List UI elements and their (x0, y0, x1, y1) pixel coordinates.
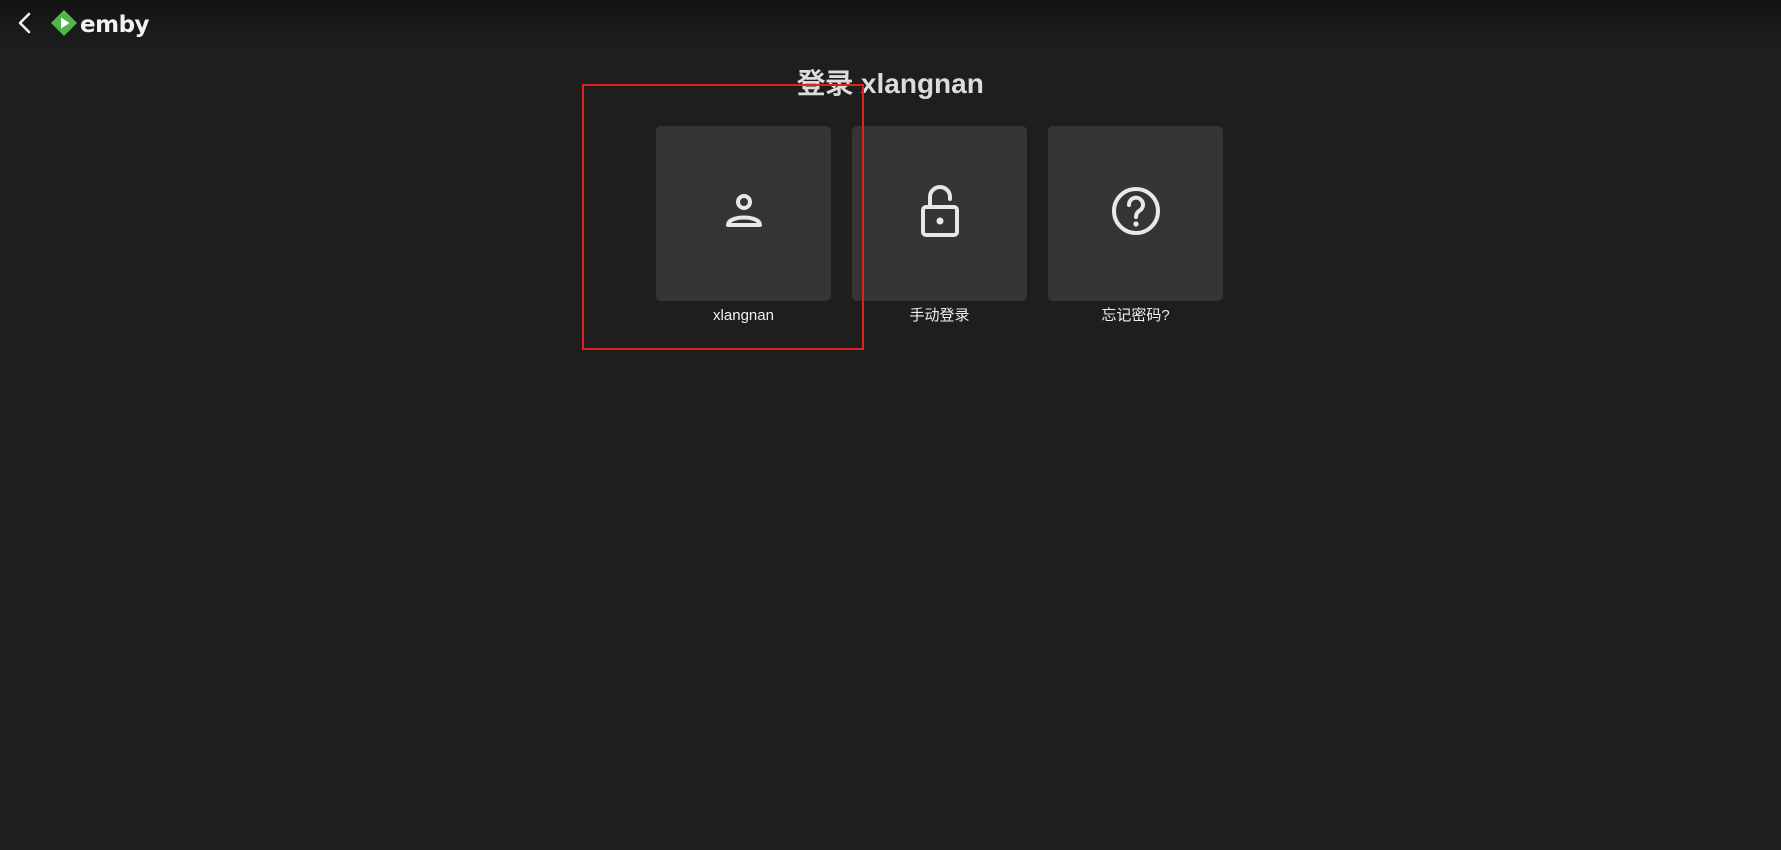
help-circle-icon (1110, 185, 1162, 242)
manual-login-card[interactable]: 手动登录 (852, 126, 1027, 325)
manual-login-label: 手动登录 (909, 307, 970, 324)
emby-logo-icon (50, 9, 78, 42)
emby-logo[interactable]: emby (50, 9, 150, 42)
forgot-password-tile[interactable] (1048, 126, 1223, 301)
top-bar: emby (0, 0, 1781, 50)
chevron-left-icon (15, 11, 33, 40)
person-icon (720, 187, 768, 240)
page-title: 登录 xlangnan (797, 68, 984, 99)
unlock-icon (916, 183, 964, 244)
forgot-password-card[interactable]: 忘记密码? (1048, 126, 1223, 325)
user-card-label: xlangnan (713, 307, 774, 324)
user-card-xlangnan[interactable]: xlangnan (656, 126, 831, 325)
back-button[interactable] (10, 9, 38, 41)
forgot-password-label: 忘记密码? (1101, 307, 1170, 324)
logo-text: emby (80, 12, 150, 38)
manual-login-tile[interactable] (852, 126, 1027, 301)
user-card-tile[interactable] (656, 126, 831, 301)
